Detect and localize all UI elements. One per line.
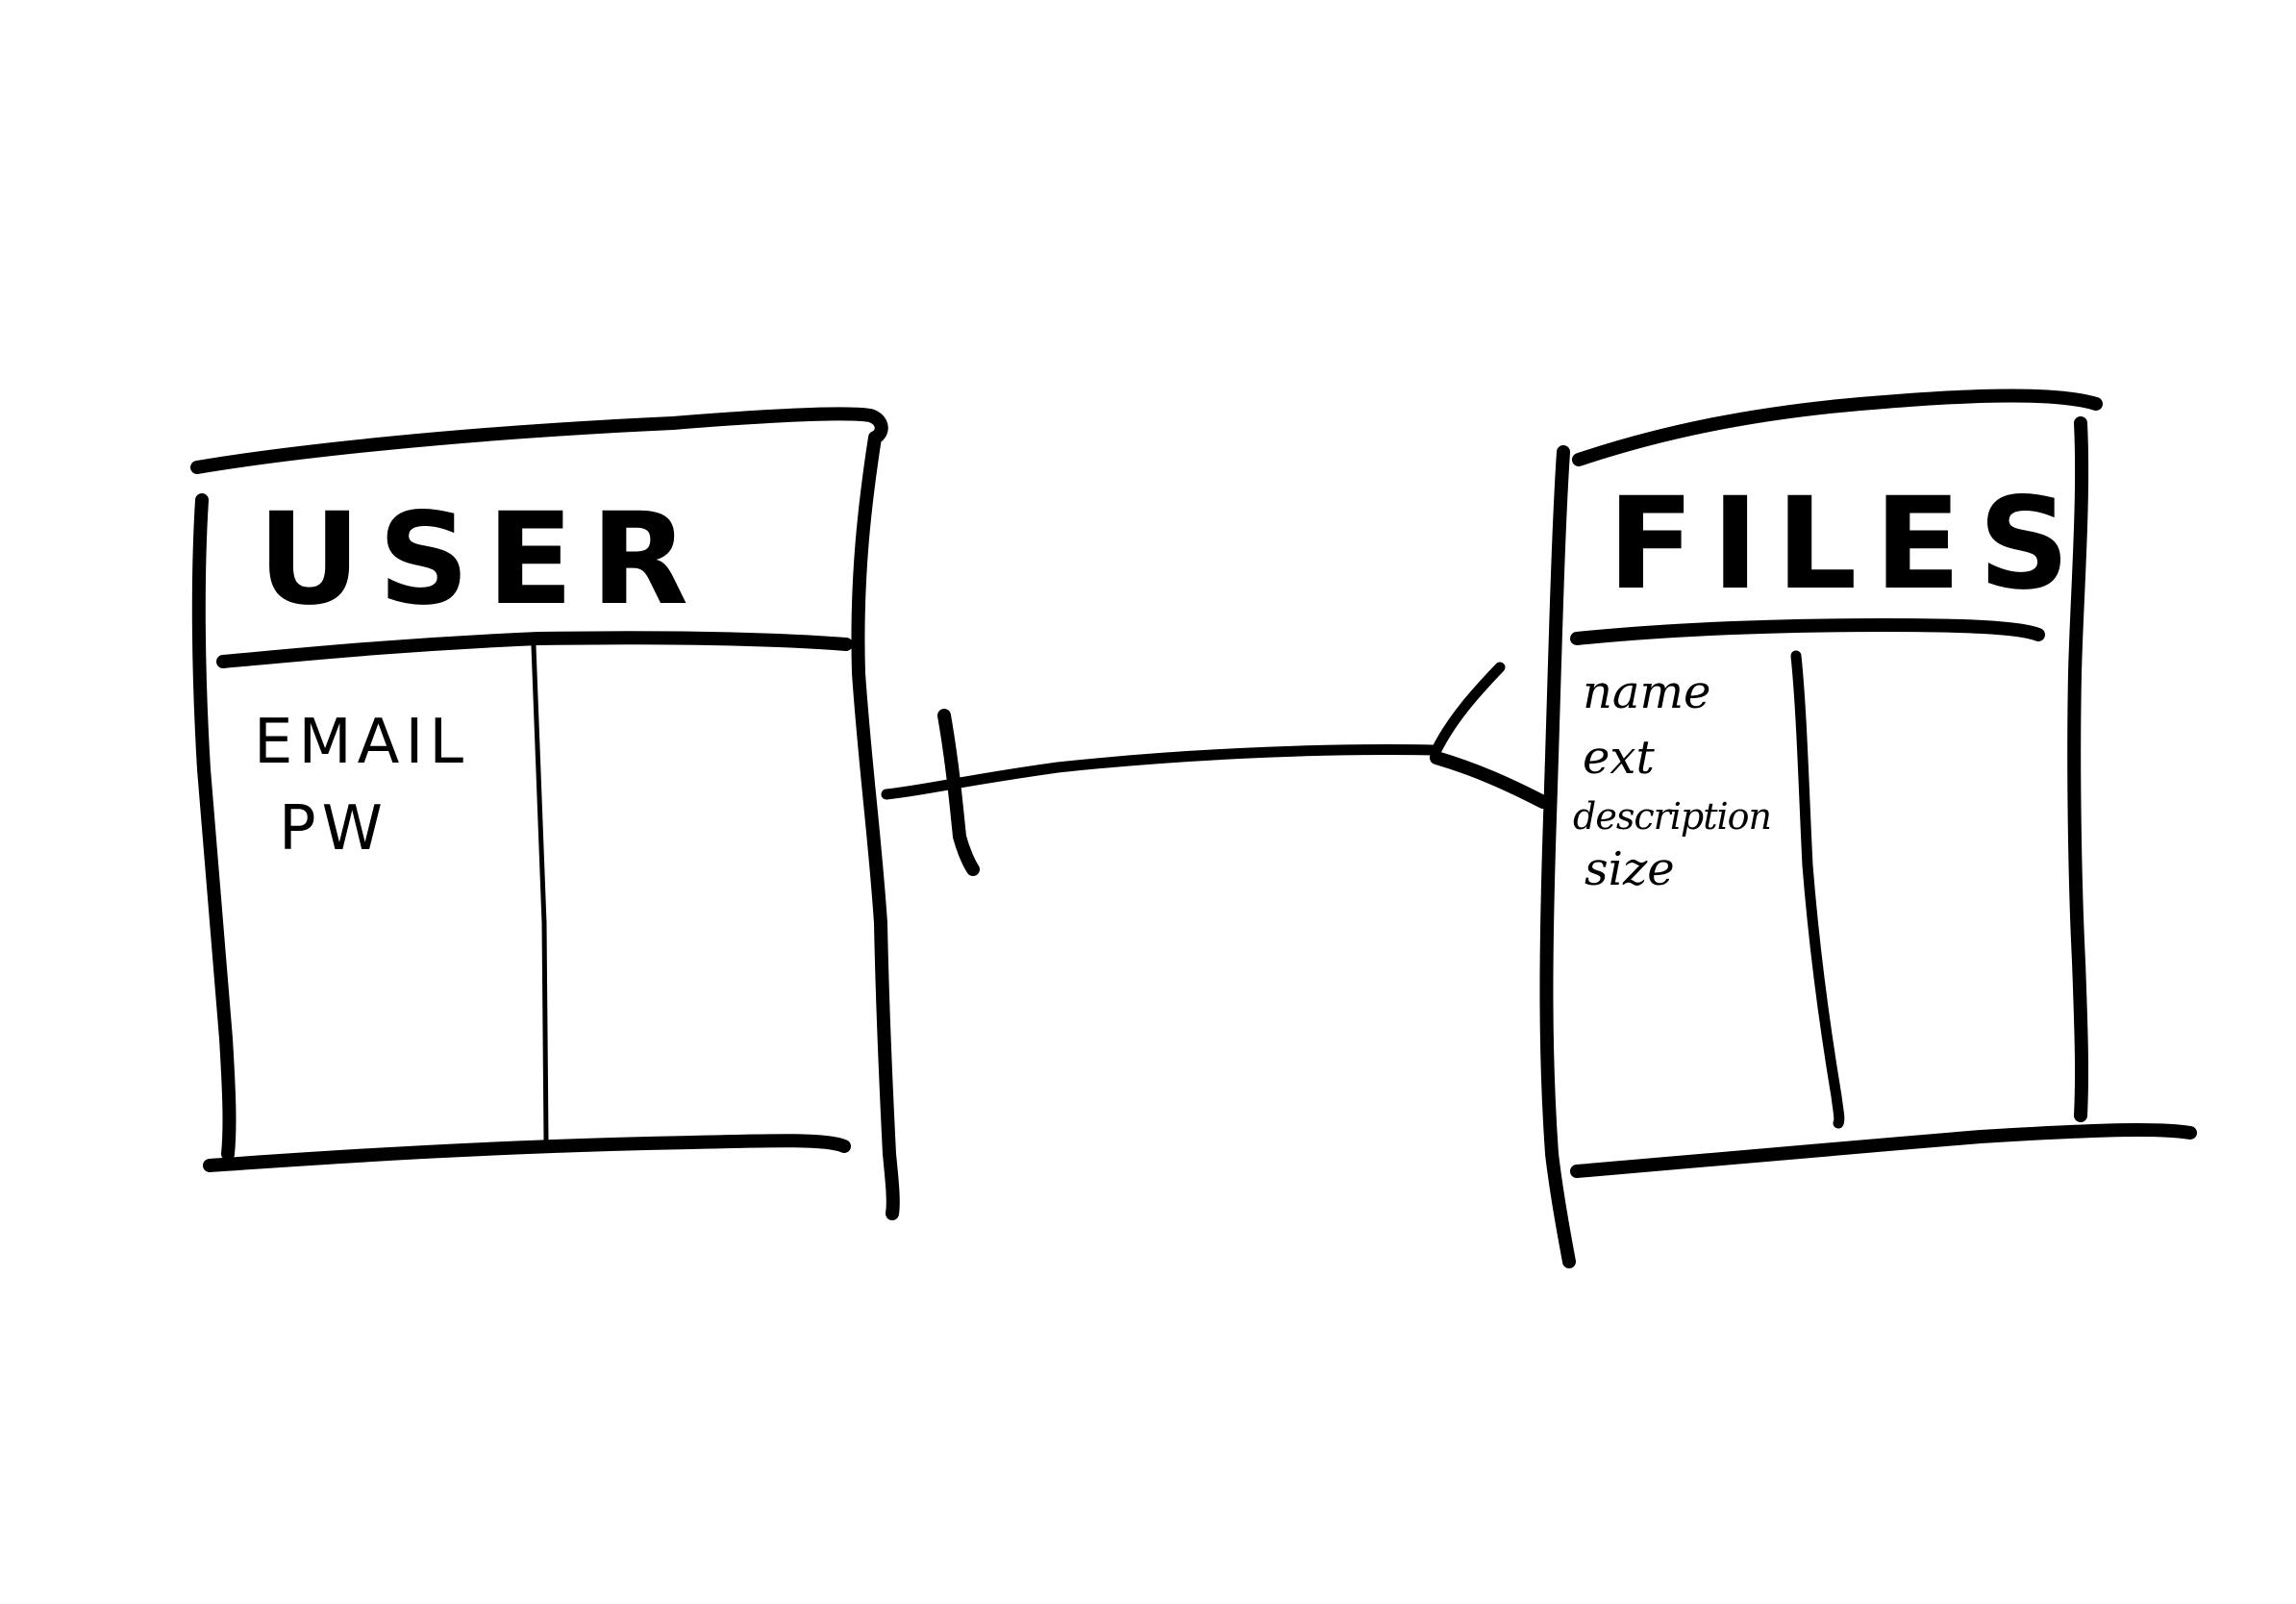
- user-box-bottom-border: [203, 1134, 851, 1172]
- files-box-top-border: [1572, 388, 2103, 466]
- relationship-line: [881, 744, 1438, 800]
- user-attribute-pw: PW: [279, 793, 388, 865]
- relationship-one-marker: [937, 709, 980, 876]
- user-column-divider: [531, 643, 549, 1143]
- entity-title-files: FILES: [1608, 470, 2087, 618]
- user-box-left-border: [191, 493, 237, 1161]
- files-attribute-size: size: [1585, 842, 1675, 896]
- er-diagram: USER FILES EMAIL PW name ext description…: [0, 0, 2296, 1604]
- crows-foot-lower-prong: [1430, 751, 1550, 809]
- files-column-divider: [1790, 650, 1845, 1129]
- user-box-right-border: [851, 431, 900, 1220]
- files-attribute-name: name: [1583, 665, 1711, 719]
- files-attribute-description: description: [1573, 795, 1772, 838]
- files-box-bottom-border: [1570, 1123, 2197, 1178]
- files-box-left-border: [1539, 445, 1576, 1268]
- relationship-user-files: [881, 662, 1550, 876]
- files-header-divider: [1570, 618, 2045, 645]
- files-attribute-ext: ext: [1583, 731, 1655, 785]
- entity-title-user: USER: [258, 486, 707, 634]
- user-attribute-email: EMAIL: [254, 707, 469, 778]
- crows-foot-upper-prong: [1431, 662, 1506, 756]
- user-box-top-border: [190, 407, 888, 474]
